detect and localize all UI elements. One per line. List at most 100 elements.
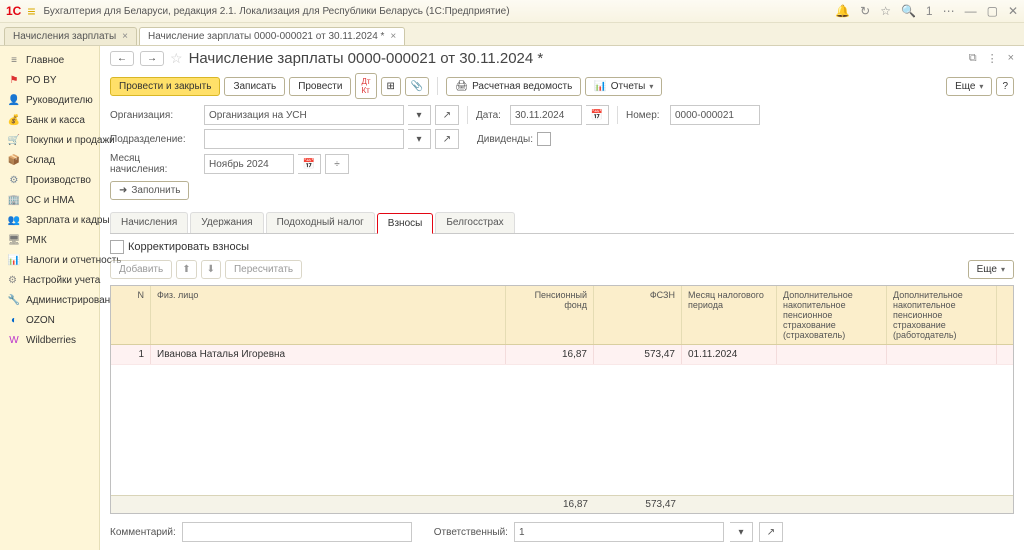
total-pension: 16,87 xyxy=(506,496,594,513)
help-button[interactable]: ? xyxy=(996,77,1014,96)
dividends-checkbox[interactable] xyxy=(537,132,551,146)
date-label: Дата: xyxy=(476,110,506,121)
reports-button[interactable]: 📊 Отчеты ▾ xyxy=(585,77,662,96)
sidebar-item-2[interactable]: 👤Руководителю xyxy=(0,90,99,110)
attach-button[interactable]: 📎 xyxy=(405,77,429,96)
cell-fszn[interactable]: 573,47 xyxy=(594,345,682,364)
calendar-icon[interactable]: 📅 xyxy=(586,105,609,125)
sidebar-icon: 👥 xyxy=(8,214,20,226)
th-person[interactable]: Физ. лицо xyxy=(151,286,506,344)
month-calendar-icon[interactable]: 📅 xyxy=(298,154,321,174)
sidebar-label: ОС и НМА xyxy=(26,195,74,206)
sidebar-item-10[interactable]: 📊Налоги и отчетность xyxy=(0,250,99,270)
cell-dop2[interactable] xyxy=(887,345,997,364)
post-and-close-button[interactable]: Провести и закрыть xyxy=(110,77,220,96)
th-pension-fund[interactable]: Пенсионный фонд xyxy=(506,286,594,344)
tab-Удержания[interactable]: Удержания xyxy=(190,212,263,233)
close-icon[interactable]: × xyxy=(122,31,128,42)
close-icon[interactable]: × xyxy=(390,31,396,42)
table-row[interactable]: 1Иванова Наталья Игоревна16,87573,4701.1… xyxy=(111,345,1013,365)
number-input[interactable]: 0000-000021 xyxy=(670,105,760,125)
sidebar-item-1[interactable]: ⚑PO BY xyxy=(0,70,99,90)
favorite-icon[interactable]: ☆ xyxy=(170,50,183,67)
tab-Белгосстрах[interactable]: Белгосстрах xyxy=(435,212,514,233)
tab-Подоходный налог[interactable]: Подоходный налог xyxy=(266,212,375,233)
cell-n[interactable]: 1 xyxy=(111,345,151,364)
save-button[interactable]: Записать xyxy=(224,77,285,96)
th-extra-insurer[interactable]: Дополнительное накопительное пенсионное … xyxy=(777,286,887,344)
fill-button[interactable]: ➜ Заполнить xyxy=(110,181,189,200)
dt-kt-button[interactable]: ДтКт xyxy=(355,73,376,99)
th-n[interactable]: N xyxy=(111,286,151,344)
search-icon[interactable]: 🔍 xyxy=(901,4,916,18)
nav-forward-button[interactable]: → xyxy=(140,51,164,66)
sidebar-icon: 🛒 xyxy=(8,134,20,146)
sidebar-item-6[interactable]: ⚙Производство xyxy=(0,170,99,190)
cell-pf[interactable]: 16,87 xyxy=(506,345,594,364)
month-input[interactable]: Ноябрь 2024 xyxy=(204,154,294,174)
history-icon[interactable]: ↻ xyxy=(860,4,870,18)
table-more-button[interactable]: Еще ▾ xyxy=(968,260,1014,279)
bell-icon[interactable]: 🔔 xyxy=(835,4,850,18)
responsible-input[interactable]: 1 xyxy=(514,522,724,542)
month-stepper[interactable]: ÷ xyxy=(325,154,349,174)
dept-open-button[interactable]: ↗ xyxy=(435,129,459,149)
user-icon[interactable]: 1 xyxy=(926,4,933,18)
star-icon[interactable]: ☆ xyxy=(880,4,891,18)
sidebar-item-13[interactable]: ◐OZON xyxy=(0,310,99,330)
nav-back-button[interactable]: ← xyxy=(110,51,134,66)
recalc-button[interactable]: Пересчитать xyxy=(225,260,302,279)
sidebar-item-9[interactable]: 🖥РМК xyxy=(0,230,99,250)
tab-Взносы[interactable]: Взносы xyxy=(377,213,434,234)
sidebar-label: Производство xyxy=(26,175,91,186)
link-icon[interactable]: ⧉ xyxy=(969,52,977,65)
org-dropdown-button[interactable]: ▾ xyxy=(408,105,431,125)
doc-tab[interactable]: Начисления зарплаты × xyxy=(4,27,137,45)
sidebar-item-4[interactable]: 🛒Покупки и продажи xyxy=(0,130,99,150)
responsible-open-button[interactable]: ↗ xyxy=(759,522,783,542)
close-window-icon[interactable]: ✕ xyxy=(1008,4,1018,18)
sidebar-item-14[interactable]: WWildberries xyxy=(0,330,99,350)
tab-Начисления[interactable]: Начисления xyxy=(110,212,188,233)
cell-period[interactable]: 01.11.2024 xyxy=(682,345,777,364)
move-up-button[interactable]: ⬆ xyxy=(176,260,196,279)
responsible-dropdown-button[interactable]: ▾ xyxy=(730,522,753,542)
sidebar-item-3[interactable]: 💰Банк и касса xyxy=(0,110,99,130)
more-button[interactable]: Еще ▾ xyxy=(946,77,992,96)
settings-icon[interactable]: ⋯ xyxy=(943,4,955,18)
payroll-sheet-button[interactable]: 🖨 Расчетная ведомость xyxy=(446,77,581,96)
th-fszn[interactable]: ФСЗН xyxy=(594,286,682,344)
org-open-button[interactable]: ↗ xyxy=(435,105,459,125)
sidebar-item-7[interactable]: 🏢ОС и НМА xyxy=(0,190,99,210)
menu-dots-icon[interactable]: ⋮ xyxy=(987,52,998,65)
sidebar-item-8[interactable]: 👥Зарплата и кадры xyxy=(0,210,99,230)
doc-tab-active[interactable]: Начисление зарплаты 0000-000021 от 30.11… xyxy=(139,27,405,45)
org-input[interactable]: Организация на УСН xyxy=(204,105,404,125)
add-row-button[interactable]: Добавить xyxy=(110,260,172,279)
minimize-icon[interactable]: — xyxy=(965,4,977,18)
close-doc-icon[interactable]: × xyxy=(1008,52,1014,65)
main-menu-icon[interactable]: ≡ xyxy=(27,3,35,19)
comment-input[interactable] xyxy=(182,522,412,542)
sidebar-item-11[interactable]: ⚙Настройки учета xyxy=(0,270,99,290)
sidebar-item-0[interactable]: ≡Главное xyxy=(0,50,99,70)
date-input[interactable]: 30.11.2024 xyxy=(510,105,582,125)
sidebar-item-5[interactable]: 📦Склад xyxy=(0,150,99,170)
sidebar-label: Wildberries xyxy=(26,335,76,346)
correct-contrib-checkbox[interactable] xyxy=(110,240,124,254)
cell-dop1[interactable] xyxy=(777,345,887,364)
sidebar-icon: ◐ xyxy=(8,314,20,326)
sidebar-item-12[interactable]: 🔧Администрирование xyxy=(0,290,99,310)
sidebar-icon: 📊 xyxy=(8,254,20,266)
post-button[interactable]: Провести xyxy=(289,77,351,96)
maximize-icon[interactable]: ▢ xyxy=(987,4,998,18)
sidebar-label: Настройки учета xyxy=(23,275,100,286)
th-tax-period[interactable]: Месяц налогового периода xyxy=(682,286,777,344)
th-extra-employer[interactable]: Дополнительное накопительное пенсионное … xyxy=(887,286,997,344)
dept-input[interactable] xyxy=(204,129,404,149)
cell-fio[interactable]: Иванова Наталья Игоревна xyxy=(151,345,506,364)
move-down-button[interactable]: ⬇ xyxy=(201,260,221,279)
dept-dropdown-button[interactable]: ▾ xyxy=(408,129,431,149)
structure-button[interactable]: ⊞ xyxy=(381,77,401,96)
sidebar-icon: 👤 xyxy=(8,94,20,106)
